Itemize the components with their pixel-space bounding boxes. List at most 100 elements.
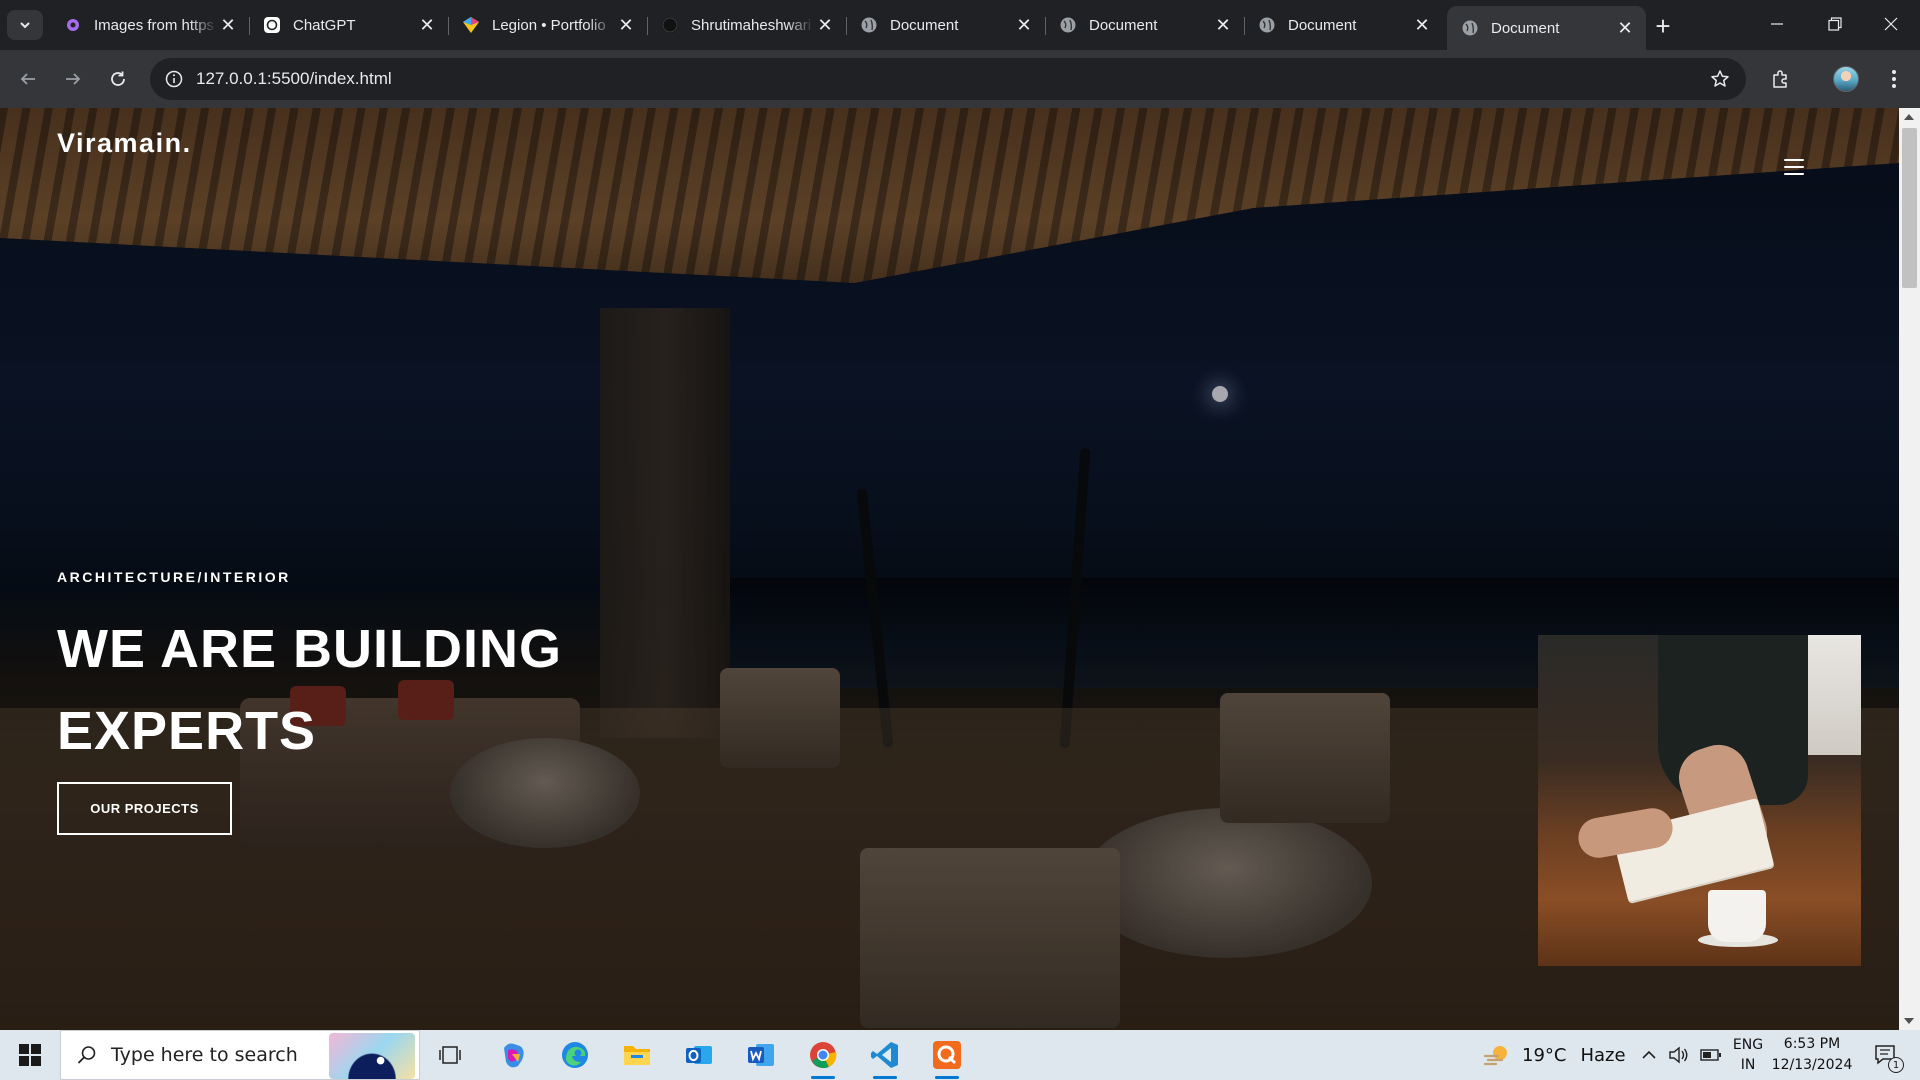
reload-button[interactable] bbox=[102, 63, 134, 95]
page-scrollbar[interactable] bbox=[1899, 108, 1920, 1030]
hamburger-menu-icon[interactable] bbox=[1782, 156, 1806, 178]
tab-document-2[interactable]: Document ✕ bbox=[1045, 6, 1245, 44]
new-tab-button[interactable]: + bbox=[1648, 11, 1678, 41]
battery-icon[interactable] bbox=[1700, 1048, 1722, 1062]
clock-date: 12/13/2024 bbox=[1771, 1057, 1853, 1073]
url-text[interactable]: 127.0.0.1:5500/index.html bbox=[196, 69, 392, 89]
clock-time: 6:53 PM bbox=[1783, 1036, 1841, 1052]
arrow-right-icon bbox=[66, 73, 81, 85]
tab-document-3[interactable]: Document ✕ bbox=[1244, 6, 1443, 44]
back-button[interactable] bbox=[12, 63, 44, 95]
search-highlight-image[interactable] bbox=[329, 1033, 415, 1079]
weather-temp: 19°C bbox=[1522, 1044, 1567, 1066]
more-vertical-icon bbox=[1892, 70, 1896, 88]
page-viewport: Viramain. ARCHITECTURE/INTERIOR WE ARE B… bbox=[0, 108, 1920, 1030]
tab-chatgpt[interactable]: ChatGPT ✕ bbox=[249, 6, 449, 44]
close-icon bbox=[1884, 17, 1898, 31]
weather-widget[interactable]: 19°C Haze bbox=[1482, 1030, 1626, 1080]
settings-favicon-icon bbox=[64, 16, 82, 34]
globe-favicon-icon bbox=[860, 16, 878, 34]
close-tab-icon[interactable]: ✕ bbox=[217, 14, 239, 36]
windows-logo-icon bbox=[19, 1044, 41, 1066]
vscode-icon[interactable] bbox=[867, 1037, 903, 1079]
tab-title: Shrutimaheshwari bbox=[691, 16, 812, 34]
restore-icon bbox=[1828, 17, 1842, 31]
tab-title: Document bbox=[1089, 16, 1158, 34]
forward-button[interactable] bbox=[57, 63, 89, 95]
tab-title: ChatGPT bbox=[293, 16, 356, 34]
minimize-icon bbox=[1771, 23, 1783, 25]
hero-section: Viramain. ARCHITECTURE/INTERIOR WE ARE B… bbox=[0, 108, 1899, 1030]
tab-search-button[interactable] bbox=[7, 10, 43, 40]
q-app-icon[interactable] bbox=[929, 1037, 965, 1079]
search-icon bbox=[75, 1043, 99, 1067]
volume-icon[interactable] bbox=[1668, 1046, 1690, 1064]
site-logo[interactable]: Viramain. bbox=[57, 128, 192, 159]
address-bar[interactable]: 127.0.0.1:5500/index.html bbox=[150, 58, 1746, 100]
chrome-icon[interactable] bbox=[805, 1037, 841, 1079]
tab-images[interactable]: Images from https ✕ bbox=[50, 6, 250, 44]
legion-favicon-icon bbox=[462, 16, 480, 34]
scroll-down-arrow-icon[interactable] bbox=[1904, 1018, 1914, 1024]
globe-favicon-icon bbox=[1059, 16, 1077, 34]
scroll-up-arrow-icon[interactable] bbox=[1904, 114, 1914, 120]
scrollbar-thumb[interactable] bbox=[1902, 128, 1917, 288]
person-reading-image bbox=[1538, 635, 1861, 966]
task-view-icon[interactable] bbox=[432, 1037, 468, 1073]
globe-favicon-icon bbox=[1461, 19, 1479, 37]
notification-center-button[interactable]: 1 bbox=[1866, 1030, 1906, 1080]
tab-legion-portfolio[interactable]: Legion • Portfolio ✕ bbox=[448, 6, 648, 44]
github-favicon-icon bbox=[661, 16, 679, 34]
browser-tab-strip: Images from https ✕ ChatGPT ✕ Legion • P… bbox=[0, 0, 1920, 50]
region-code: IN bbox=[1740, 1057, 1756, 1073]
hero-headline-line-2: EXPERTS bbox=[57, 701, 317, 761]
avatar bbox=[1833, 66, 1859, 92]
hero-headline: WE ARE BUILDING EXPERTS bbox=[57, 608, 697, 772]
close-tab-icon[interactable]: ✕ bbox=[1614, 17, 1636, 39]
our-projects-button[interactable]: OUR PROJECTS bbox=[57, 782, 232, 835]
close-tab-icon[interactable]: ✕ bbox=[1411, 14, 1433, 36]
tab-github-profile[interactable]: Shrutimaheshwari ✕ bbox=[647, 6, 847, 44]
taskbar-search-input[interactable]: Type here to search bbox=[60, 1030, 420, 1080]
chrome-menu-button[interactable] bbox=[1878, 63, 1910, 95]
puzzle-piece-icon bbox=[1773, 70, 1787, 88]
sun-haze-icon bbox=[1483, 1046, 1507, 1066]
hero-kicker: ARCHITECTURE/INTERIOR bbox=[57, 569, 291, 585]
file-explorer-icon[interactable] bbox=[619, 1037, 655, 1073]
hero-headline-line-1: WE ARE BUILDING bbox=[57, 619, 562, 679]
close-tab-icon[interactable]: ✕ bbox=[416, 14, 438, 36]
bookmark-star-icon[interactable] bbox=[1708, 67, 1732, 91]
tab-document-active[interactable]: Document ✕ bbox=[1447, 6, 1646, 50]
close-tab-icon[interactable]: ✕ bbox=[814, 14, 836, 36]
restore-button[interactable] bbox=[1806, 0, 1864, 48]
copilot-icon[interactable] bbox=[495, 1037, 531, 1073]
language-code: ENG bbox=[1732, 1037, 1764, 1053]
site-info-icon[interactable] bbox=[162, 67, 186, 91]
openai-favicon-icon bbox=[263, 16, 281, 34]
reload-icon bbox=[111, 71, 125, 86]
search-placeholder: Type here to search bbox=[111, 1044, 298, 1066]
language-indicator[interactable]: ENG IN bbox=[1730, 1030, 1766, 1080]
clock[interactable]: 6:53 PM 12/13/2024 bbox=[1771, 1030, 1853, 1080]
close-tab-icon[interactable]: ✕ bbox=[1212, 14, 1234, 36]
tab-title: Document bbox=[1491, 19, 1560, 37]
tab-document-1[interactable]: Document ✕ bbox=[846, 6, 1046, 44]
outlook-icon[interactable] bbox=[681, 1037, 717, 1073]
start-button[interactable] bbox=[0, 1030, 60, 1080]
profile-button[interactable] bbox=[1830, 63, 1862, 95]
notification-badge: 1 bbox=[1888, 1057, 1904, 1073]
edge-icon[interactable] bbox=[557, 1037, 593, 1073]
close-tab-icon[interactable]: ✕ bbox=[1013, 14, 1035, 36]
tab-title: Legion • Portfolio bbox=[492, 16, 606, 34]
globe-favicon-icon bbox=[1258, 16, 1276, 34]
system-tray bbox=[1640, 1030, 1722, 1080]
close-tab-icon[interactable]: ✕ bbox=[615, 14, 637, 36]
chevron-up-icon[interactable] bbox=[1640, 1048, 1658, 1062]
extensions-button[interactable] bbox=[1765, 63, 1797, 95]
chevron-down-icon bbox=[20, 22, 30, 29]
minimize-button[interactable] bbox=[1748, 0, 1806, 48]
weather-condition: Haze bbox=[1580, 1044, 1626, 1066]
close-window-button[interactable] bbox=[1862, 0, 1920, 48]
word-icon[interactable] bbox=[743, 1037, 779, 1073]
browser-toolbar: 127.0.0.1:5500/index.html bbox=[0, 50, 1920, 108]
